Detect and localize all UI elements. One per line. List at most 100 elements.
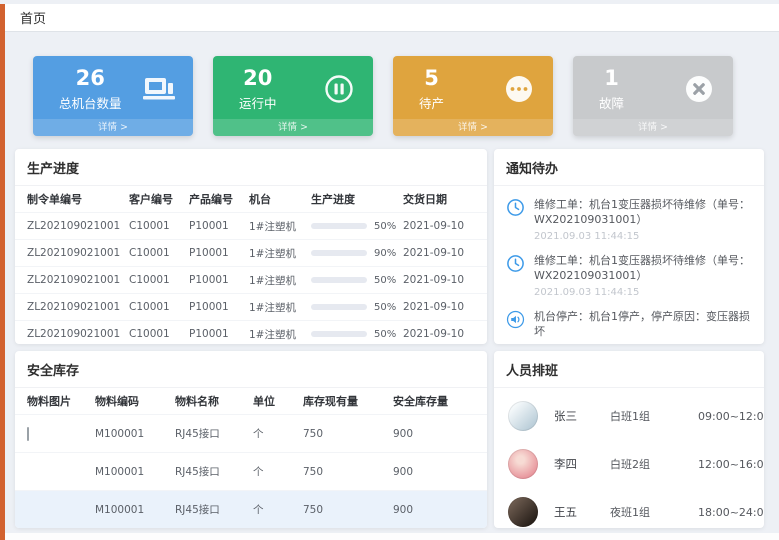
staff-shift: 夜班1组 xyxy=(610,504,698,520)
progress-percent: 90% xyxy=(374,248,396,259)
notice-text: 机台停产：机台1停产，停产原因：变压器损坏 xyxy=(534,309,752,340)
stat-detail-link[interactable]: 详情 > xyxy=(33,119,193,136)
stat-text: 20 运行中 xyxy=(239,66,277,112)
clock-icon xyxy=(506,254,525,273)
progress-bar xyxy=(311,223,367,229)
product-cell: P10001 xyxy=(189,274,249,286)
machine-icon xyxy=(141,71,177,107)
product-cell: P10001 xyxy=(189,301,249,313)
running-icon xyxy=(321,71,357,107)
staff-name: 张三 xyxy=(554,408,610,424)
table-row[interactable]: ZL202109021001 C10001 P10001 1#注塑机 50% 2… xyxy=(15,293,487,320)
column-header: 机台 xyxy=(249,191,311,207)
safety-stock-cell: 900 xyxy=(393,428,475,440)
schedule-row: 王五 夜班1组 18:00~24:00 xyxy=(508,488,750,528)
stat-card-waiting[interactable]: 5 待产 详情 > xyxy=(393,56,553,136)
stat-card-body: 1 故障 xyxy=(573,56,733,118)
production-table-header: 制令单编号 客户编号 产品编号 机台 生产进度 交货日期 xyxy=(15,186,487,212)
customer-cell: C10001 xyxy=(129,274,189,286)
stat-label: 运行中 xyxy=(239,93,277,112)
stat-value: 5 xyxy=(419,66,444,91)
unit-cell: 个 xyxy=(253,464,303,479)
notice-time: 2021.09.03 11:44:15 xyxy=(534,287,752,298)
safety-stock-cell: 900 xyxy=(393,504,475,516)
schedule-row: 张三 白班1组 09:00~12:00 xyxy=(508,392,750,440)
material-name-cell: RJ45接口 xyxy=(175,426,253,441)
stat-value: 26 xyxy=(59,66,122,91)
column-header: 物料名称 xyxy=(175,393,253,409)
customer-cell: C10001 xyxy=(129,220,189,232)
stat-card-body: 26 总机台数量 xyxy=(33,56,193,118)
progress-percent: 50% xyxy=(374,302,396,313)
notice-body: 维修工单：机台1变压器损坏待维修（单号：WX202109031001） 2021… xyxy=(534,197,752,242)
stat-label: 故障 xyxy=(599,93,624,112)
waiting-icon xyxy=(501,71,537,107)
unit-cell: 个 xyxy=(253,426,303,441)
table-row[interactable]: ZL202109021001 C10001 P10001 1#注塑机 90% 2… xyxy=(15,239,487,266)
clock-icon xyxy=(506,198,525,217)
stat-text: 26 总机台数量 xyxy=(59,66,122,112)
stat-card-running[interactable]: 20 运行中 详情 > xyxy=(213,56,373,136)
notice-item[interactable]: 维修工单：机台1变压器损坏待维修（单号：WX202109031001） 2021… xyxy=(506,247,752,303)
stat-value: 1 xyxy=(599,66,624,91)
staff-name: 李四 xyxy=(554,456,610,472)
table-row[interactable]: ZL202109021001 C10001 P10001 1#注塑机 50% 2… xyxy=(15,266,487,293)
date-cell: 2021-09-10 xyxy=(403,247,475,259)
staff-time: 12:00~16:00 xyxy=(698,458,764,471)
notice-item[interactable]: 维修工单：机台1变压器损坏待维修（单号：WX202109031001） 2021… xyxy=(506,191,752,247)
progress-cell: 50% xyxy=(311,221,403,232)
stock-cell: 750 xyxy=(303,504,393,516)
progress-bar xyxy=(311,277,367,283)
stock-cell: 750 xyxy=(303,428,393,440)
notice-body: 机台停产：机台1停产，停产原因：变压器损坏 xyxy=(534,309,752,340)
column-header: 物料图片 xyxy=(27,393,95,409)
schedule-list: 张三 白班1组 09:00~12:00 李四 白班2组 12:00~16:00 … xyxy=(494,388,764,528)
product-cell: P10001 xyxy=(189,247,249,259)
inventory-table-header: 物料图片 物料编码 物料名称 单位 库存现有量 安全库存量 xyxy=(15,388,487,414)
stat-detail-link[interactable]: 详情 > xyxy=(393,119,553,136)
staff-schedule-panel: 人员排班 张三 白班1组 09:00~12:00 李四 白班2组 12:00~1… xyxy=(494,351,764,528)
date-cell: 2021-09-10 xyxy=(403,274,475,286)
staff-shift: 白班1组 xyxy=(610,408,698,424)
progress-bar xyxy=(311,331,367,337)
stat-label: 待产 xyxy=(419,93,444,112)
panel-title: 人员排班 xyxy=(494,351,764,388)
staff-name: 王五 xyxy=(554,504,610,520)
progress-percent: 50% xyxy=(374,329,396,340)
stat-card-total-machines[interactable]: 26 总机台数量 详情 > xyxy=(33,56,193,136)
progress-cell: 50% xyxy=(311,302,403,313)
staff-time: 18:00~24:00 xyxy=(698,506,764,519)
machine-cell: 1#注塑机 xyxy=(249,246,311,261)
panel-title: 通知待办 xyxy=(494,149,764,186)
stat-detail-link[interactable]: 详情 > xyxy=(213,119,373,136)
column-header: 交货日期 xyxy=(403,191,475,207)
stat-card-body: 5 待产 xyxy=(393,56,553,118)
table-row[interactable]: M100001 RJ45接口 个 750 900 xyxy=(15,452,487,490)
progress-cell: 50% xyxy=(311,275,403,286)
column-header: 单位 xyxy=(253,393,303,409)
material-photo xyxy=(27,427,29,441)
stat-card-fault[interactable]: 1 故障 详情 > xyxy=(573,56,733,136)
material-code-cell: M100001 xyxy=(95,428,175,440)
notifications-panel: 通知待办 维修工单：机台1变压器损坏待维修（单号：WX202109031001）… xyxy=(494,149,764,344)
column-header: 制令单编号 xyxy=(27,191,129,207)
schedule-row: 李四 白班2组 12:00~16:00 xyxy=(508,440,750,488)
tabs-bar: 首页 xyxy=(5,4,779,32)
stat-text: 5 待产 xyxy=(419,66,444,112)
tab-home[interactable]: 首页 xyxy=(20,8,46,27)
column-header: 安全库存量 xyxy=(393,393,475,409)
table-row[interactable]: M100001 RJ45接口 个 750 900 xyxy=(15,414,487,452)
notice-item[interactable]: 机台停产：机台1停产，停产原因：变压器损坏 xyxy=(506,303,752,344)
material-name-cell: RJ45接口 xyxy=(175,464,253,479)
stat-detail-link[interactable]: 详情 > xyxy=(573,119,733,136)
stock-cell: 750 xyxy=(303,466,393,478)
progress-percent: 50% xyxy=(374,275,396,286)
table-row[interactable]: ZL202109021001 C10001 P10001 1#注塑机 50% 2… xyxy=(15,212,487,239)
table-row[interactable]: M100001 RJ45接口 个 750 900 xyxy=(15,490,487,528)
material-code-cell: M100001 xyxy=(95,504,175,516)
stat-value: 20 xyxy=(239,66,277,91)
order-cell: ZL202109021001 xyxy=(27,220,129,232)
table-row[interactable]: ZL202109021001 C10001 P10001 1#注塑机 50% 2… xyxy=(15,320,487,344)
column-header: 客户编号 xyxy=(129,191,189,207)
material-code-cell: M100001 xyxy=(95,466,175,478)
